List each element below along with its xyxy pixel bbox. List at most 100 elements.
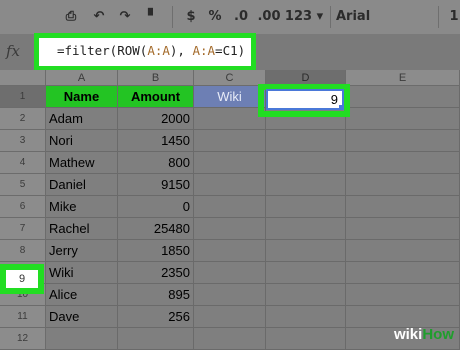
- undo-icon[interactable]: ↶: [88, 8, 110, 26]
- cell-d1[interactable]: 9: [266, 89, 344, 110]
- watermark-wiki: wiki: [393, 326, 423, 343]
- cell[interactable]: [266, 240, 346, 262]
- cell[interactable]: [194, 262, 266, 284]
- cell-a7[interactable]: Rachel: [46, 218, 118, 240]
- cell-b2[interactable]: 2000: [118, 108, 194, 130]
- row-header[interactable]: 3: [0, 130, 46, 152]
- fx-icon: fx: [6, 42, 21, 60]
- toolbar: ⎙ ↶ ↷ ▘ $ % .0 .00 123 ▾ Arial 1: [0, 0, 460, 34]
- cell[interactable]: [346, 240, 460, 262]
- font-family-dropdown[interactable]: Arial: [336, 8, 396, 26]
- cell-b8[interactable]: 1850: [118, 240, 194, 262]
- row-header[interactable]: 5: [0, 174, 46, 196]
- cell-b3[interactable]: 1450: [118, 130, 194, 152]
- cell[interactable]: [118, 328, 194, 350]
- cell-a3[interactable]: Nori: [46, 130, 118, 152]
- cell-a9[interactable]: Wiki: [46, 262, 118, 284]
- formula-text-part: ),: [169, 43, 193, 58]
- cell[interactable]: [194, 306, 266, 328]
- cell[interactable]: [194, 108, 266, 130]
- row-header[interactable]: 4: [0, 152, 46, 174]
- cell[interactable]: [194, 152, 266, 174]
- cell-c1[interactable]: Wiki: [194, 86, 266, 108]
- cell-e1[interactable]: [346, 86, 460, 108]
- cell-b11[interactable]: 256: [118, 306, 194, 328]
- select-all-corner[interactable]: [0, 70, 46, 86]
- cell[interactable]: [194, 196, 266, 218]
- cell-a2[interactable]: Adam: [46, 108, 118, 130]
- cell[interactable]: [266, 174, 346, 196]
- cell[interactable]: [346, 196, 460, 218]
- cell-b10[interactable]: 895: [118, 284, 194, 306]
- formula-range-reference: A:A: [192, 43, 216, 58]
- cell-a8[interactable]: Jerry: [46, 240, 118, 262]
- cell[interactable]: [346, 108, 460, 130]
- row-header[interactable]: 8: [0, 240, 46, 262]
- cell[interactable]: [194, 218, 266, 240]
- formula-input[interactable]: =filter(ROW(A:A), A:A=C1): [57, 40, 245, 62]
- cell[interactable]: [346, 218, 460, 240]
- toolbar-divider: [330, 6, 331, 28]
- wikihow-watermark: wikiHow: [394, 326, 454, 343]
- cell-a4[interactable]: Mathew: [46, 152, 118, 174]
- cell[interactable]: [266, 196, 346, 218]
- cell[interactable]: [194, 328, 266, 350]
- cell[interactable]: [266, 218, 346, 240]
- column-header-c[interactable]: C: [194, 70, 266, 86]
- redo-icon[interactable]: ↷: [114, 8, 136, 26]
- cell-b4[interactable]: 800: [118, 152, 194, 174]
- cell[interactable]: [266, 130, 346, 152]
- cell-b1[interactable]: Amount: [118, 86, 194, 108]
- cell[interactable]: [194, 130, 266, 152]
- cell[interactable]: [46, 328, 118, 350]
- cell[interactable]: [194, 284, 266, 306]
- cell[interactable]: [266, 306, 346, 328]
- currency-format-button[interactable]: $: [182, 8, 200, 26]
- cell[interactable]: [346, 306, 460, 328]
- more-formats-dropdown[interactable]: 123 ▾: [284, 8, 324, 26]
- cell[interactable]: [266, 284, 346, 306]
- cell[interactable]: [266, 262, 346, 284]
- paint-format-icon[interactable]: ▘: [142, 8, 164, 26]
- watermark-how: How: [422, 326, 454, 343]
- row-header[interactable]: 7: [0, 218, 46, 240]
- cell[interactable]: [194, 240, 266, 262]
- cell[interactable]: [266, 328, 346, 350]
- increase-decimal-button[interactable]: .00: [256, 8, 282, 26]
- row-header[interactable]: 2: [0, 108, 46, 130]
- cell-a1[interactable]: Name: [46, 86, 118, 108]
- cell[interactable]: [194, 174, 266, 196]
- formula-text-part: =filter(ROW(: [57, 43, 148, 58]
- cell-a10[interactable]: Alice: [46, 284, 118, 306]
- cell[interactable]: [346, 262, 460, 284]
- font-size-dropdown[interactable]: 1: [448, 8, 460, 26]
- column-header-a[interactable]: A: [46, 70, 118, 86]
- cell-a6[interactable]: Mike: [46, 196, 118, 218]
- toolbar-divider: [172, 6, 173, 28]
- column-header-b[interactable]: B: [118, 70, 194, 86]
- cell-a11[interactable]: Dave: [46, 306, 118, 328]
- percent-format-button[interactable]: %: [206, 8, 224, 26]
- cell[interactable]: [346, 130, 460, 152]
- cell-b5[interactable]: 9150: [118, 174, 194, 196]
- cell[interactable]: [346, 152, 460, 174]
- row-header[interactable]: 1: [0, 86, 46, 108]
- cell-b6[interactable]: 0: [118, 196, 194, 218]
- cell[interactable]: [346, 284, 460, 306]
- fill-handle[interactable]: [339, 105, 344, 110]
- cell-b9[interactable]: 2350: [118, 262, 194, 284]
- cell[interactable]: [346, 174, 460, 196]
- row-header[interactable]: 6: [0, 196, 46, 218]
- row-header[interactable]: 12: [0, 328, 46, 350]
- decrease-decimal-button[interactable]: .0: [230, 8, 252, 26]
- cell-a5[interactable]: Daniel: [46, 174, 118, 196]
- formula-text-part: =C1): [215, 43, 246, 58]
- row-header-9[interactable]: 9: [6, 270, 38, 288]
- toolbar-divider: [438, 6, 439, 28]
- formula-range-reference: A:A: [147, 43, 170, 58]
- cell-b7[interactable]: 25480: [118, 218, 194, 240]
- column-header-e[interactable]: E: [346, 70, 460, 86]
- print-icon[interactable]: ⎙: [60, 8, 82, 26]
- row-header[interactable]: 11: [0, 306, 46, 328]
- cell[interactable]: [266, 152, 346, 174]
